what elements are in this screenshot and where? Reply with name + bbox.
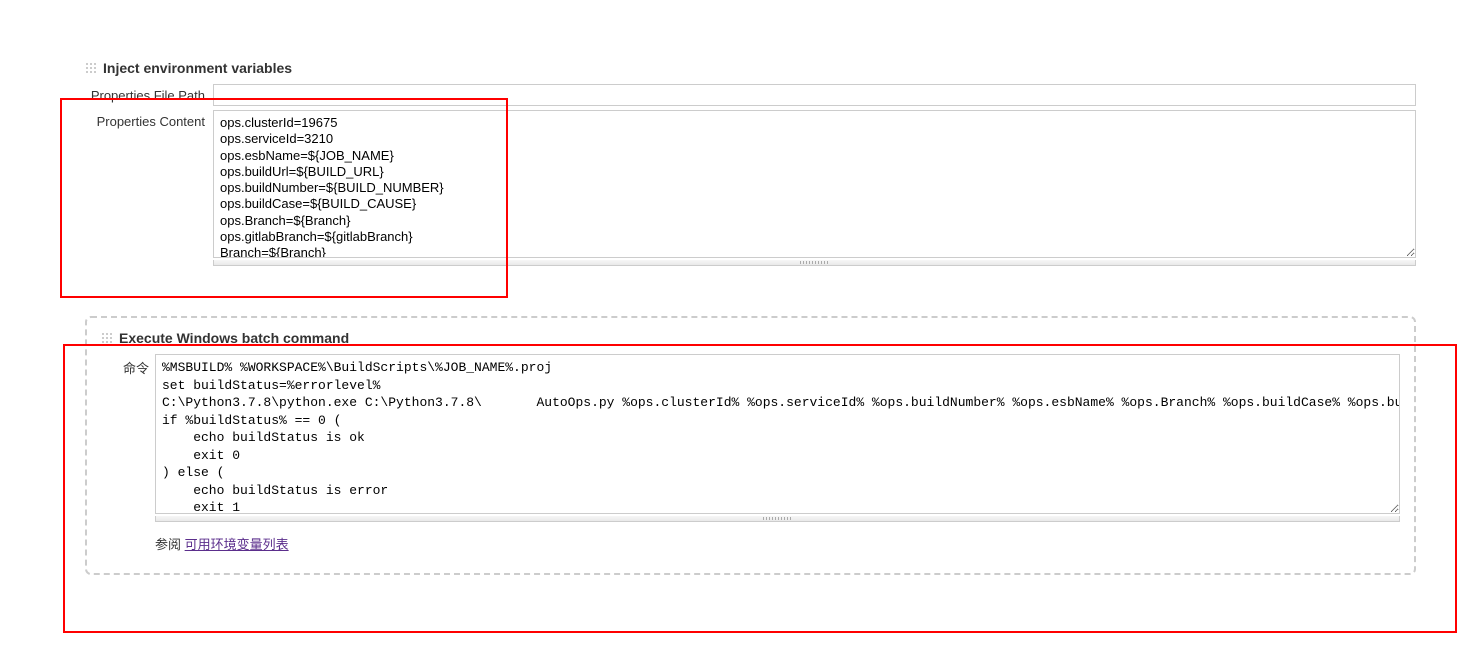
env-vars-link[interactable]: 可用环境变量列表 xyxy=(185,537,289,552)
properties-file-path-input[interactable] xyxy=(213,84,1416,106)
batch-command-textarea[interactable] xyxy=(155,354,1400,514)
inject-env-title: Inject environment variables xyxy=(103,60,292,76)
drag-handle-icon[interactable] xyxy=(101,332,113,344)
batch-command-row: 命令 xyxy=(101,354,1400,522)
properties-content-row: Properties Content xyxy=(85,110,1416,266)
batch-command-section: Execute Windows batch command 命令 参阅 可用环境… xyxy=(85,316,1416,575)
properties-content-textarea[interactable] xyxy=(213,110,1416,258)
properties-content-label: Properties Content xyxy=(85,110,213,129)
inject-env-section: Inject environment variables Properties … xyxy=(85,60,1416,266)
inject-env-header: Inject environment variables xyxy=(85,60,1416,76)
batch-command-label: 命令 xyxy=(101,354,155,377)
env-vars-hint: 参阅 可用环境变量列表 xyxy=(155,534,1400,553)
batch-header: Execute Windows batch command xyxy=(101,330,1400,346)
resize-grip[interactable] xyxy=(213,260,1416,266)
batch-dashed-panel: Execute Windows batch command 命令 参阅 可用环境… xyxy=(85,316,1416,575)
properties-file-path-row: Properties File Path xyxy=(85,84,1416,106)
resize-grip[interactable] xyxy=(155,516,1400,522)
drag-handle-icon[interactable] xyxy=(85,62,97,74)
batch-title: Execute Windows batch command xyxy=(119,330,349,346)
hint-prefix: 参阅 xyxy=(155,537,185,552)
properties-file-path-label: Properties File Path xyxy=(85,84,213,103)
